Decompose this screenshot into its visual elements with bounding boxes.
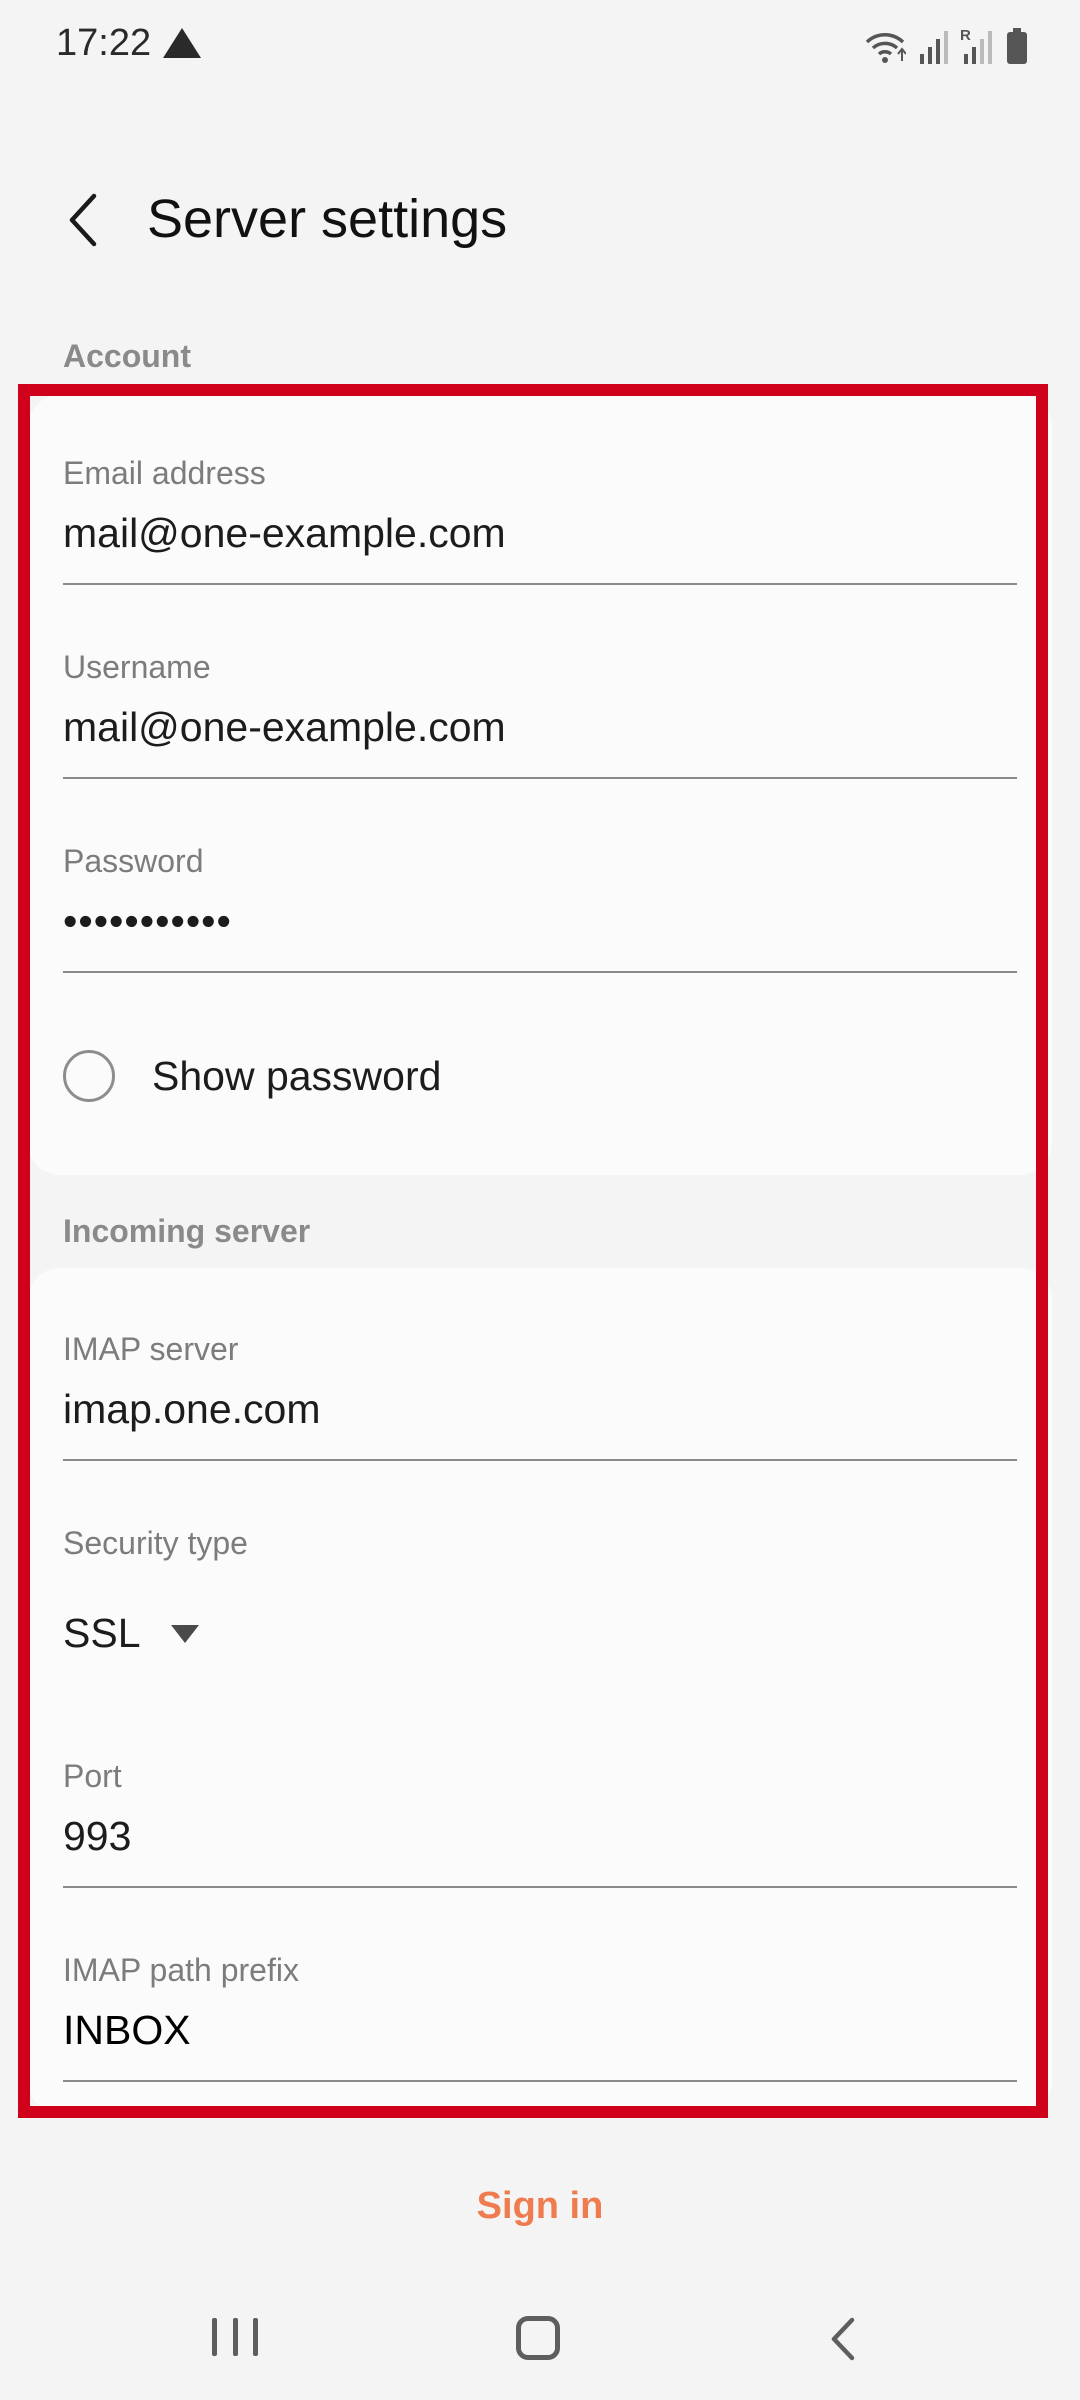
recents-bar [232,2318,238,2356]
port-field[interactable]: Port 993 [63,1758,1017,1888]
password-underline [63,971,1017,973]
recents-icon[interactable] [212,2318,258,2360]
status-bar: 17:22 R [0,0,1080,86]
security-type-label: Security type [63,1525,248,1561]
imap-server-value[interactable]: imap.one.com [63,1386,1017,1433]
imap-server-underline [63,1459,1017,1461]
account-section-label: Account [63,338,191,374]
email-label: Email address [63,455,266,491]
username-underline [63,777,1017,779]
imap-prefix-label: IMAP path prefix [63,1952,299,1988]
email-value[interactable]: mail@one-example.com [63,510,1017,557]
recents-bar [253,2318,258,2356]
show-password-radio[interactable] [63,1050,115,1102]
username-value[interactable]: mail@one-example.com [63,704,1017,751]
recents-bar [212,2318,217,2356]
wifi-icon [865,33,906,63]
app-header: Server settings [0,150,1080,290]
back-icon[interactable] [822,2314,862,2364]
imap-prefix-field[interactable]: IMAP path prefix INBOX [63,1952,1017,2082]
port-value[interactable]: 993 [63,1813,1017,1860]
password-value[interactable]: ••••••••••• [63,898,1017,945]
navigation-bar [0,2290,1080,2400]
username-field[interactable]: Username mail@one-example.com [63,649,1017,779]
imap-prefix-value[interactable]: INBOX [63,2007,1017,2054]
imap-server-field[interactable]: IMAP server imap.one.com [63,1331,1017,1461]
password-label: Password [63,843,204,879]
alert-icon [163,28,201,58]
status-time: 17:22 [56,22,152,64]
sign-in-button[interactable]: Sign in [0,2185,1080,2255]
imap-prefix-underline [63,2080,1017,2082]
username-label: Username [63,649,211,685]
security-type-dropdown[interactable]: SSL [63,1610,199,1657]
security-type-field: Security type [63,1525,1017,1562]
battery-icon [1007,28,1027,64]
incoming-section-label: Incoming server [63,1213,311,1249]
show-password-label: Show password [152,1052,442,1099]
signal-icon [920,31,948,64]
imap-server-label: IMAP server [63,1331,239,1367]
roaming-signal-icon: R [960,27,992,64]
port-label: Port [63,1758,122,1794]
port-underline [63,1886,1017,1888]
home-icon[interactable] [516,2316,560,2360]
chevron-left-icon [69,193,97,247]
email-underline [63,583,1017,585]
dropdown-arrow-icon [170,1624,199,1643]
security-type-value: SSL [63,1610,141,1656]
email-field[interactable]: Email address mail@one-example.com [63,455,1017,585]
status-icons: R [864,24,1028,64]
page-title: Server settings [147,189,508,249]
back-button[interactable] [52,180,112,260]
show-password-checkbox[interactable]: Show password [63,1046,441,1106]
roaming-label: R [960,27,971,44]
password-field[interactable]: Password ••••••••••• [63,843,1017,973]
